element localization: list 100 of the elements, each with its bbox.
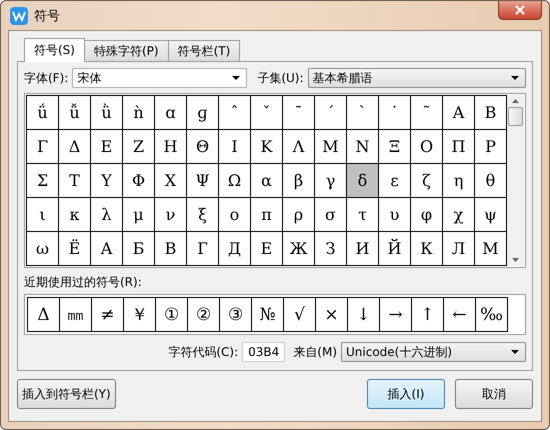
symbol-cell[interactable]: Τ: [59, 164, 91, 198]
symbol-cell[interactable]: ɡ: [187, 96, 219, 130]
symbol-cell[interactable]: Ж: [283, 232, 315, 266]
symbol-cell[interactable]: Κ: [251, 130, 283, 164]
symbol-cell[interactable]: ν: [155, 198, 187, 232]
recent-symbol-cell[interactable]: Δ: [27, 297, 60, 332]
symbol-cell[interactable]: Ο: [411, 130, 443, 164]
symbol-cell[interactable]: Χ: [155, 164, 187, 198]
symbol-cell[interactable]: ρ: [283, 198, 315, 232]
recent-symbol-cell[interactable]: →: [379, 297, 412, 332]
symbol-cell[interactable]: ι: [27, 198, 59, 232]
symbol-cell[interactable]: ˋ: [347, 96, 379, 130]
symbol-cell[interactable]: Ξ: [379, 130, 411, 164]
encoding-dropdown[interactable]: Unicode(十六进制): [341, 342, 526, 362]
symbol-cell[interactable]: π: [251, 198, 283, 232]
recent-symbol-cell[interactable]: ≠: [91, 297, 124, 332]
symbol-cell[interactable]: И: [347, 232, 379, 266]
symbol-cell[interactable]: Σ: [27, 164, 59, 198]
symbol-cell[interactable]: Ψ: [187, 164, 219, 198]
recent-symbol-cell[interactable]: √: [283, 297, 316, 332]
symbol-cell[interactable]: Η: [155, 130, 187, 164]
char-code-label: 字符代码(C):: [168, 344, 238, 360]
symbol-cell[interactable]: Ι: [219, 130, 251, 164]
symbol-cell[interactable]: Π: [443, 130, 475, 164]
font-dropdown[interactable]: 宋体: [72, 68, 248, 88]
subset-label: 子集(U):: [257, 70, 304, 86]
symbol-cell[interactable]: ξ: [187, 198, 219, 232]
symbol-cell[interactable]: ǜ: [91, 96, 123, 130]
dialog-button[interactable]: 插入到符号栏(Y): [17, 379, 116, 409]
symbol-cell[interactable]: ˙: [379, 96, 411, 130]
symbol-cell[interactable]: Θ: [187, 130, 219, 164]
symbol-cell[interactable]: Ё: [59, 232, 91, 266]
symbol-cell[interactable]: κ: [59, 198, 91, 232]
symbol-cell[interactable]: χ: [443, 198, 475, 232]
recent-symbol-cell[interactable]: ③: [219, 297, 252, 332]
symbol-cell[interactable]: Δ: [59, 130, 91, 164]
symbol-cell[interactable]: ˇ: [251, 96, 283, 130]
symbol-cell[interactable]: Г: [187, 232, 219, 266]
symbol-cell[interactable]: Ω: [219, 164, 251, 198]
symbol-cell[interactable]: β: [283, 164, 315, 198]
recent-symbol-cell[interactable]: ㎜: [59, 297, 92, 332]
symbol-cell[interactable]: δ: [347, 164, 379, 198]
recent-symbol-cell[interactable]: ‰: [475, 297, 508, 332]
recent-symbol-cell[interactable]: ②: [187, 297, 220, 332]
symbol-cell[interactable]: Μ: [315, 130, 347, 164]
scroll-thumb[interactable]: [508, 107, 523, 126]
symbol-cell[interactable]: ˜: [411, 96, 443, 130]
dialog-button[interactable]: 取消: [455, 379, 533, 409]
symbol-cell[interactable]: Д: [219, 232, 251, 266]
symbol-cell[interactable]: ˉ: [283, 96, 315, 130]
recent-symbol-cell[interactable]: ①: [155, 297, 188, 332]
recent-symbol-cell[interactable]: №: [251, 297, 284, 332]
symbol-cell[interactable]: ζ: [411, 164, 443, 198]
char-code-field[interactable]: 03B4: [242, 342, 286, 362]
symbol-cell[interactable]: φ: [411, 198, 443, 232]
symbol-cell[interactable]: ǹ: [123, 96, 155, 130]
symbol-cell[interactable]: А: [91, 232, 123, 266]
caret-icon: [511, 350, 519, 354]
symbol-cell[interactable]: ˆ: [219, 96, 251, 130]
recent-symbol-cell[interactable]: ↑: [411, 297, 444, 332]
symbol-cell[interactable]: Λ: [283, 130, 315, 164]
symbol-cell[interactable]: η: [443, 164, 475, 198]
recent-symbol-cell[interactable]: ↓: [347, 297, 380, 332]
symbol-cell[interactable]: μ: [123, 198, 155, 232]
symbol-cell[interactable]: Υ: [91, 164, 123, 198]
symbol-cell[interactable]: Φ: [123, 164, 155, 198]
symbol-cell[interactable]: α: [251, 164, 283, 198]
tab[interactable]: 符号栏(T): [168, 40, 240, 61]
symbol-cell[interactable]: Б: [123, 232, 155, 266]
symbol-cell[interactable]: ˊ: [315, 96, 347, 130]
symbol-cell[interactable]: ε: [379, 164, 411, 198]
scroll-down-icon: [512, 258, 519, 262]
symbol-cell[interactable]: Ζ: [123, 130, 155, 164]
symbol-cell[interactable]: В: [155, 232, 187, 266]
symbol-cell[interactable]: З: [315, 232, 347, 266]
symbol-cell[interactable]: ω: [27, 232, 59, 266]
symbol-cell[interactable]: υ: [379, 198, 411, 232]
recent-symbol-cell[interactable]: ←: [443, 297, 476, 332]
symbol-cell[interactable]: Ε: [91, 130, 123, 164]
symbol-cell[interactable]: ǘ: [27, 96, 59, 130]
symbol-cell[interactable]: τ: [347, 198, 379, 232]
symbol-cell[interactable]: К: [411, 232, 443, 266]
symbol-cell[interactable]: Α: [443, 96, 475, 130]
symbol-cell[interactable]: λ: [91, 198, 123, 232]
tab[interactable]: 符号(S): [24, 38, 85, 62]
symbol-cell[interactable]: Л: [443, 232, 475, 266]
scrollbar[interactable]: [507, 95, 524, 266]
symbol-cell[interactable]: ο: [219, 198, 251, 232]
symbol-cell[interactable]: Й: [379, 232, 411, 266]
symbol-cell[interactable]: ɑ: [155, 96, 187, 130]
recent-symbol-cell[interactable]: ￥: [123, 297, 156, 332]
close-button[interactable]: [498, 1, 542, 20]
recent-symbol-cell[interactable]: ×: [315, 297, 348, 332]
symbol-cell[interactable]: Γ: [27, 130, 59, 164]
symbol-cell[interactable]: σ: [315, 198, 347, 232]
symbol-cell[interactable]: ǚ: [59, 96, 91, 130]
tab[interactable]: 特殊字符(P): [84, 40, 169, 61]
subset-dropdown[interactable]: 基本希腊语: [308, 68, 526, 88]
dialog-button[interactable]: 插入(I): [367, 379, 445, 409]
symbol-cell[interactable]: Е: [251, 232, 283, 266]
